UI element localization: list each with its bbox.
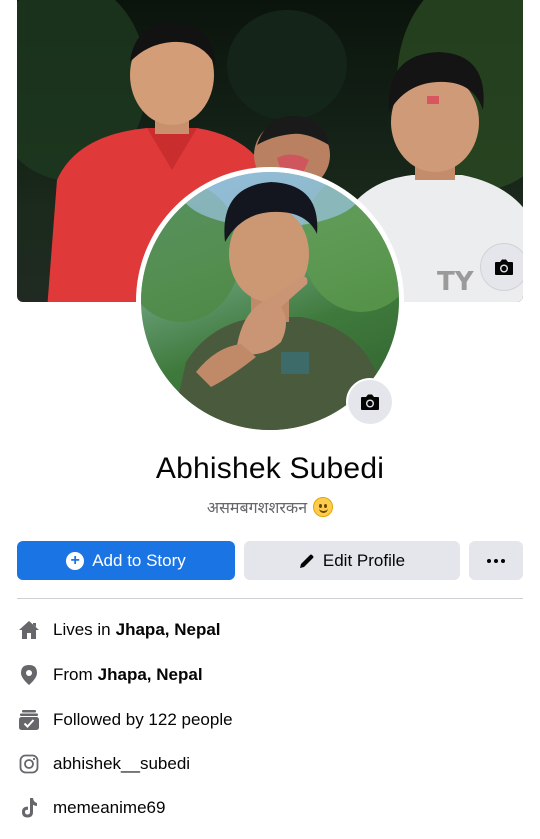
from-place[interactable]: Jhapa, Nepal xyxy=(98,665,203,685)
plus-circle-icon: + xyxy=(66,551,85,570)
followers-text[interactable]: Followed by 122 people xyxy=(53,710,233,730)
detail-instagram[interactable]: abhishek__subedi xyxy=(17,749,523,779)
camera-icon xyxy=(361,394,379,410)
detail-followers: Followed by 122 people xyxy=(17,705,523,735)
home-icon xyxy=(17,618,41,642)
detail-lives-in: Lives in Jhapa, Nepal xyxy=(17,615,523,645)
tiktok-icon xyxy=(17,796,41,820)
tiktok-handle[interactable]: memeanime69 xyxy=(53,798,165,818)
more-options-button[interactable] xyxy=(469,541,523,580)
svg-text:TY: TY xyxy=(437,267,475,297)
detail-tiktok[interactable]: memeanime69 xyxy=(17,793,523,823)
instagram-icon xyxy=(17,752,41,776)
bio-text: असमबगशशरकन xyxy=(206,498,308,517)
divider xyxy=(17,598,523,599)
smiling-face-icon xyxy=(313,497,334,517)
instagram-handle[interactable]: abhishek__subedi xyxy=(53,754,190,774)
followers-icon xyxy=(17,708,41,732)
edit-profile-label: Edit Profile xyxy=(322,550,406,570)
detail-from: From Jhapa, Nepal xyxy=(17,660,523,690)
cover-camera-button[interactable] xyxy=(480,243,523,291)
profile-name: Abhishek Subedi xyxy=(155,452,385,485)
lives-in-prefix: Lives in xyxy=(53,620,111,639)
from-prefix: From xyxy=(53,665,93,684)
profile-camera-button[interactable] xyxy=(346,378,394,426)
add-to-story-button[interactable]: + Add to Story xyxy=(17,541,235,580)
edit-profile-button[interactable]: Edit Profile xyxy=(244,541,460,580)
location-pin-icon xyxy=(17,663,41,687)
camera-icon xyxy=(495,259,513,275)
more-options-icon xyxy=(487,558,505,563)
lives-in-place[interactable]: Jhapa, Nepal xyxy=(116,620,221,640)
add-to-story-label: Add to Story xyxy=(92,550,186,570)
pencil-icon xyxy=(299,554,314,568)
profile-bio: असमबगशशरकन xyxy=(0,496,540,518)
